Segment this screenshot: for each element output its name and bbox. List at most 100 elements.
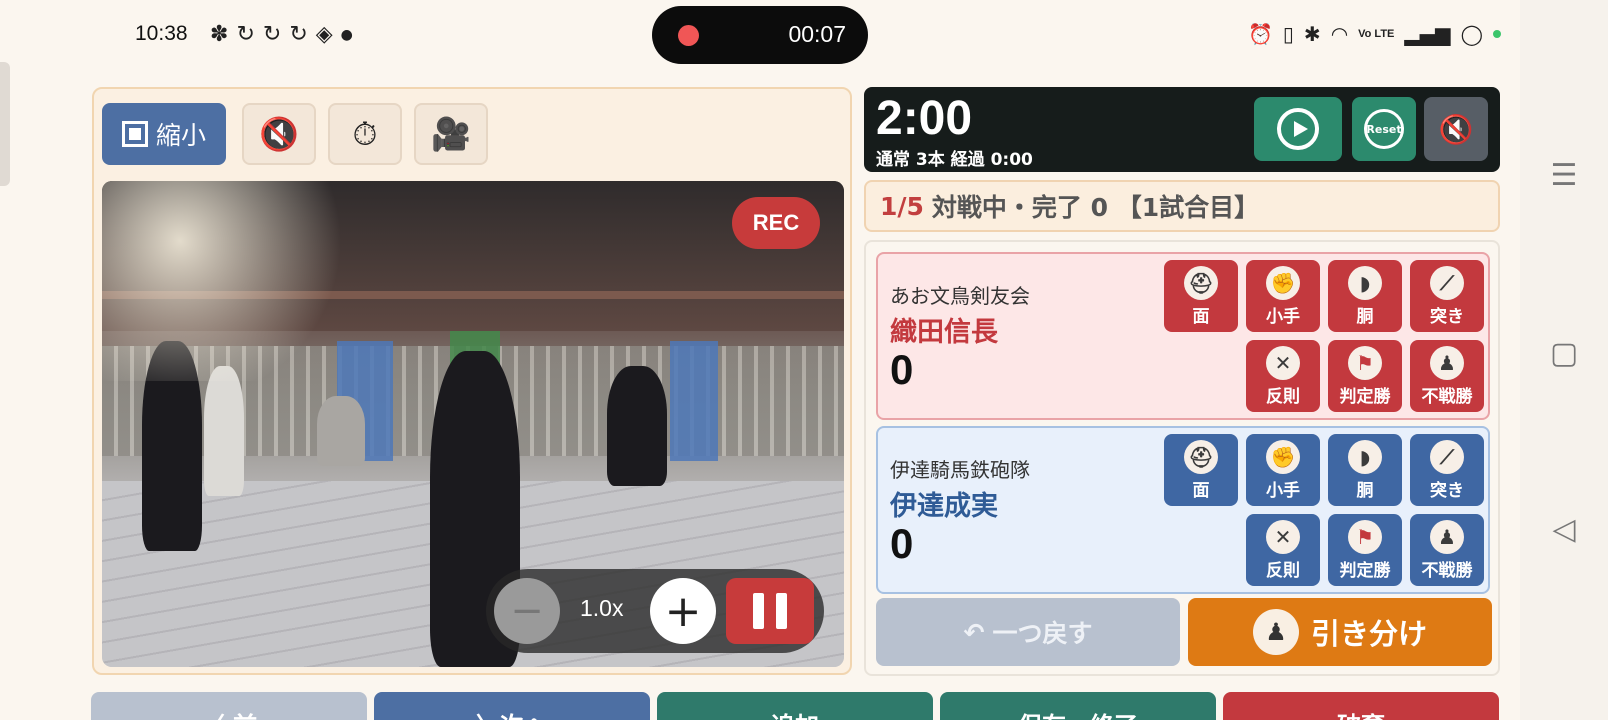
zoom-in-button[interactable]: + (650, 578, 716, 644)
timer-sound-button[interactable]: 🔇 (1424, 97, 1488, 161)
red-player-name: 織田信長 (890, 317, 998, 348)
draw-kendoka-icon: ♟ (1252, 609, 1299, 655)
red-hantei-button[interactable]: ⚑ 判定勝 (1328, 340, 1402, 412)
white-fusen-button[interactable]: ♟ 不戦勝 (1410, 514, 1484, 586)
reset-icon: Reset (1364, 109, 1404, 149)
players-panel: あお文鳥剣友会 織田信長 0 ⛑ 面 ✊ 小手 ◗ 胴 ⟋ 突き ✕ 反則 ⚑ 判定勝 ♟ 不… (864, 240, 1500, 676)
home-icon[interactable]: ▢ (1520, 336, 1608, 371)
do-armor-icon: ◗ (1348, 440, 1382, 474)
preview-person (317, 396, 365, 466)
tsuki-label: 突き (1430, 307, 1464, 327)
recording-time: 00:07 (788, 21, 846, 47)
red-men-button[interactable]: ⛑ 面 (1164, 260, 1238, 332)
privacy-dot-icon (1492, 30, 1501, 38)
battery-icon: ◯ (1460, 22, 1483, 46)
red-kote-button[interactable]: ✊ 小手 (1246, 260, 1320, 332)
tsuki-sword-icon: ⟋ (1430, 440, 1464, 474)
reset-timer-button[interactable]: Reset (1352, 97, 1416, 161)
white-kote-button[interactable]: ✊ 小手 (1246, 434, 1320, 506)
white-hantei-button[interactable]: ⚑ 判定勝 (1328, 514, 1402, 586)
status-bar: 10:38 ✽ ↻ ↻ ↻ ◈ ● 00:07 ⏰ ▯ ✱ ◠ Vo LTE ▂… (0, 0, 1520, 72)
draw-button[interactable]: ♟ 引き分け (1188, 598, 1492, 666)
hantei-label: 判定勝 (1339, 387, 1391, 407)
hansoku-label: 反則 (1266, 561, 1300, 581)
previous-button[interactable]: 〈 前 (91, 692, 367, 720)
shrink-label: 縮小 (155, 121, 206, 150)
undo-button[interactable]: ↶ 一つ戻す (876, 598, 1180, 666)
match-timer: 2:00 (876, 92, 973, 145)
signal-icon: ▂▄▆ (1404, 22, 1451, 46)
preview-person (607, 366, 667, 486)
bluetooth-icon: ✱ (1303, 22, 1321, 46)
crossed-flags-icon: ✕ (1266, 346, 1300, 380)
red-team-name: あお文鳥剣友会 (890, 284, 1030, 308)
kendoka-icon: ♟ (1430, 346, 1464, 380)
match-status-text: 対戦中・完了 0 【1試合目】 (931, 193, 1260, 222)
sync-icon: ↻ (289, 22, 308, 47)
preview-person (204, 366, 244, 496)
save-end-button[interactable]: 保存・終了 (940, 692, 1216, 720)
screen-recording-pill[interactable]: 00:07 (652, 6, 868, 64)
edge-panel-handle[interactable] (0, 62, 10, 186)
match-settings: 通常 3本 経過 0:00 (876, 150, 1033, 170)
menu-icon[interactable]: ☰ (1520, 158, 1608, 193)
zoom-controls: − 1.0x + (486, 569, 824, 653)
video-camera-icon: 🎥 (431, 115, 471, 153)
start-timer-button[interactable] (1254, 97, 1342, 161)
white-tsuki-button[interactable]: ⟋ 突き (1410, 434, 1484, 506)
sync-icon: ↻ (236, 22, 255, 47)
red-do-button[interactable]: ◗ 胴 (1328, 260, 1402, 332)
white-score: 0 (890, 520, 914, 567)
navigation-bar: ☰ ▢ ◁ (1520, 0, 1608, 720)
white-men-button[interactable]: ⛑ 面 (1164, 434, 1238, 506)
hantei-label: 判定勝 (1339, 561, 1391, 581)
tsuki-label: 突き (1430, 481, 1464, 501)
men-helmet-icon: ⛑ (1184, 440, 1218, 474)
slack-icon: ✽ (210, 22, 229, 47)
tsuki-sword-icon: ⟋ (1430, 266, 1464, 300)
men-helmet-icon: ⛑ (1184, 266, 1218, 300)
notification-icons: ✽ ↻ ↻ ↻ ◈ ● (210, 22, 353, 48)
fusen-label: 不戦勝 (1421, 561, 1473, 581)
fusen-label: 不戦勝 (1421, 387, 1473, 407)
red-fusen-button[interactable]: ♟ 不戦勝 (1410, 340, 1484, 412)
shrink-button[interactable]: 縮小 (102, 103, 226, 165)
do-armor-icon: ◗ (1348, 266, 1382, 300)
muted-speaker-icon: 🔇 (259, 115, 299, 153)
do-label: 胴 (1356, 307, 1374, 327)
white-player-card: 伊達騎馬鉄砲隊 伊達成実 0 ⛑ 面 ✊ 小手 ◗ 胴 ⟋ 突き ✕ 反則 ⚑ 判定勝 ♟ 不… (876, 426, 1490, 594)
back-icon[interactable]: ◁ (1520, 512, 1608, 547)
stopwatch-icon: ⏱ (352, 114, 378, 153)
white-do-button[interactable]: ◗ 胴 (1328, 434, 1402, 506)
red-hansoku-button[interactable]: ✕ 反則 (1246, 340, 1320, 412)
shrink-icon (121, 121, 148, 147)
match-index: 1/5 (880, 191, 924, 221)
white-hansoku-button[interactable]: ✕ 反則 (1246, 514, 1320, 586)
red-flag-icon: ⚑ (1348, 520, 1382, 554)
discard-button[interactable]: 破棄 (1223, 692, 1499, 720)
preview-curtain (670, 341, 718, 461)
red-tsuki-button[interactable]: ⟋ 突き (1410, 260, 1484, 332)
red-flag-icon: ⚑ (1348, 346, 1382, 380)
recording-dot-icon (678, 25, 699, 46)
camera-button[interactable]: 🎥 (414, 103, 488, 165)
white-player-name: 伊達成実 (890, 491, 998, 522)
pause-recording-button[interactable] (726, 578, 814, 644)
crossed-flags-icon: ✕ (1266, 520, 1300, 554)
red-player-card: あお文鳥剣友会 織田信長 0 ⛑ 面 ✊ 小手 ◗ 胴 ⟋ 突き ✕ 反則 ⚑ 判定勝 ♟ 不… (876, 252, 1490, 420)
stopwatch-button[interactable]: ⏱ (328, 103, 402, 165)
zoom-out-button[interactable]: − (494, 578, 560, 644)
add-button[interactable]: 追加 (657, 692, 933, 720)
draw-label: 引き分け (1310, 617, 1427, 651)
undo-icon: ↶ (963, 617, 985, 647)
camera-preview[interactable]: REC − 1.0x + (102, 181, 844, 667)
undo-label: 一つ戻す (992, 619, 1093, 648)
mute-button[interactable]: 🔇 (242, 103, 316, 165)
next-button[interactable]: 〉次へ (374, 692, 650, 720)
men-label: 面 (1192, 307, 1210, 327)
volte-icon: Vo LTE (1358, 27, 1395, 40)
white-team-name: 伊達騎馬鉄砲隊 (890, 458, 1030, 482)
kendoka-icon: ♟ (1430, 520, 1464, 554)
play-icon (1277, 108, 1319, 150)
alarm-icon: ⏰ (1248, 22, 1273, 46)
